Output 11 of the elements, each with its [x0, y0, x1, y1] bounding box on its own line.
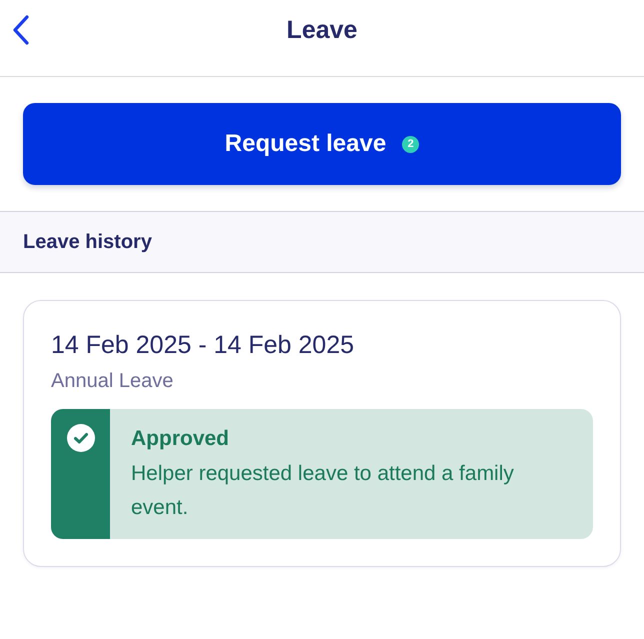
section-title: Leave history [23, 230, 152, 254]
check-circle-icon [66, 424, 94, 452]
request-leave-button[interactable]: Request leave 2 [23, 103, 621, 185]
status-message: Helper requested leave to attend a family event. [131, 461, 515, 521]
count-badge: 2 [402, 136, 420, 152]
leave-type: Annual Leave [51, 369, 174, 393]
status-label: Approved [131, 426, 230, 452]
leave-dates: 14 Feb 2025 - 14 Feb 2025 [51, 330, 354, 361]
back-icon[interactable] [11, 14, 31, 46]
leave-card[interactable]: 14 Feb 2025 - 14 Feb 2025 Annual Leave Approved Helper requested leave to attend a family event. [23, 300, 621, 567]
page-title: Leave [286, 16, 358, 44]
